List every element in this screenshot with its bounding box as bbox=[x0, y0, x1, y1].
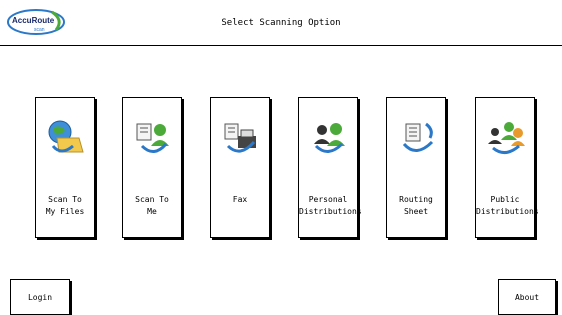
fax-button[interactable]: Fax bbox=[210, 97, 270, 238]
public-distributions-icon bbox=[488, 122, 525, 154]
personal-distributions-icon bbox=[314, 123, 345, 153]
routing-sheet-button[interactable]: Routing Sheet bbox=[386, 97, 446, 238]
option-label: Public Distributions bbox=[476, 195, 539, 216]
scan-to-my-files-button[interactable]: Scan To My Files bbox=[35, 97, 95, 238]
login-button[interactable]: Login bbox=[10, 279, 70, 315]
scan-to-me-icon bbox=[136, 123, 169, 153]
title-bar: AccuRoute scan Select Scanning Option bbox=[0, 0, 562, 46]
fax-icon bbox=[224, 123, 256, 153]
routing-sheet-icon bbox=[402, 122, 434, 152]
personal-distributions-button[interactable]: Personal Distributions bbox=[298, 97, 362, 238]
page-title: Select Scanning Option bbox=[221, 18, 341, 28]
option-label: Scan To My Files bbox=[45, 195, 85, 216]
option-label: Fax bbox=[232, 195, 248, 204]
about-button[interactable]: About bbox=[498, 279, 556, 315]
scan-to-me-button[interactable]: Scan To Me bbox=[122, 97, 182, 238]
option-label: Scan To Me bbox=[135, 195, 169, 216]
option-label: Routing Sheet bbox=[399, 195, 433, 216]
option-label: Personal Distributions bbox=[299, 195, 362, 216]
scan-to-my-files-icon bbox=[48, 120, 84, 153]
public-distributions-button[interactable]: Public Distributions bbox=[475, 97, 539, 238]
